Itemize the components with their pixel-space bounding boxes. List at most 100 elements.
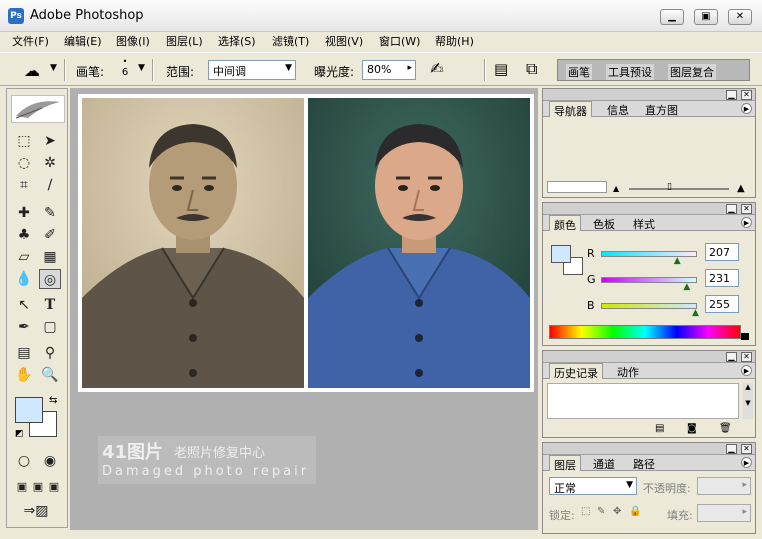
minimize-button[interactable]: ▁: [660, 9, 684, 25]
menu-image[interactable]: 图像(I): [116, 33, 150, 49]
channel-g-thumb[interactable]: ▲: [683, 282, 690, 292]
airbrush-icon[interactable]: ✍: [430, 59, 443, 78]
color-foreground-swatch[interactable]: [551, 245, 571, 263]
range-select[interactable]: 中间调 ▼: [208, 60, 296, 80]
zoom-slider-thumb[interactable]: ▯: [667, 182, 672, 192]
crop-tool-icon[interactable]: ⌗: [13, 175, 35, 195]
well-tab-tool-presets[interactable]: 工具预设: [606, 64, 654, 80]
tab-styles[interactable]: 样式: [629, 215, 659, 231]
image-canvas[interactable]: [78, 94, 534, 392]
channel-g-input[interactable]: 231: [705, 269, 739, 287]
quick-mask-mode-icon[interactable]: ◉: [39, 451, 61, 471]
tab-actions[interactable]: 动作: [613, 363, 643, 379]
lasso-tool-icon[interactable]: ◌: [13, 153, 35, 173]
black-swatch[interactable]: [741, 333, 749, 340]
foreground-color-swatch[interactable]: [15, 397, 43, 423]
menu-select[interactable]: 选择(S): [218, 33, 256, 49]
close-icon[interactable]: ✕: [741, 90, 752, 100]
trash-icon[interactable]: 🗑: [719, 423, 732, 434]
close-icon[interactable]: ✕: [741, 204, 752, 214]
history-brush-tool-icon[interactable]: ✐: [39, 225, 61, 245]
zoom-tool-icon[interactable]: 🔍: [39, 365, 61, 385]
minimize-icon[interactable]: ▁: [726, 204, 737, 214]
history-scrollbar[interactable]: ▲ ▼: [743, 383, 753, 419]
close-button[interactable]: ✕: [728, 9, 752, 25]
menu-edit[interactable]: 编辑(E): [64, 33, 102, 49]
standard-mode-icon[interactable]: ○: [13, 451, 35, 471]
channel-b-thumb[interactable]: ▲: [692, 308, 699, 318]
swap-colors-icon[interactable]: ⇆: [49, 395, 57, 406]
healing-brush-tool-icon[interactable]: ✚: [13, 203, 35, 223]
tab-info[interactable]: 信息: [603, 101, 633, 117]
fill-input[interactable]: ▸: [697, 504, 751, 522]
well-tab-brushes[interactable]: 画笔: [566, 64, 592, 80]
menu-window[interactable]: 窗口(W): [379, 33, 420, 49]
menu-help[interactable]: 帮助(H): [435, 33, 474, 49]
eyedropper-tool-icon[interactable]: ⚲: [39, 343, 61, 363]
lock-all-icon[interactable]: 🔒: [629, 506, 641, 517]
magic-wand-tool-icon[interactable]: ✲: [39, 153, 61, 173]
minimize-icon[interactable]: ▁: [726, 90, 737, 100]
marquee-tool-icon[interactable]: ⬚: [13, 131, 35, 151]
tab-history[interactable]: 历史记录: [549, 363, 603, 380]
new-document-from-state-icon[interactable]: ▤: [655, 423, 664, 434]
exposure-input[interactable]: 80% ▸: [362, 60, 416, 80]
blur-tool-icon[interactable]: 💧: [13, 269, 35, 289]
restore-button[interactable]: ▣: [694, 9, 718, 25]
menu-filter[interactable]: 滤镜(T): [272, 33, 309, 49]
brush-tool-icon[interactable]: ✎: [39, 203, 61, 223]
channel-b-slider[interactable]: [601, 303, 697, 309]
lock-position-icon[interactable]: ✥: [613, 506, 621, 517]
path-selection-tool-icon[interactable]: ↖: [13, 295, 35, 315]
close-icon[interactable]: ✕: [741, 352, 752, 362]
channel-r-slider[interactable]: [601, 251, 697, 257]
color-spectrum-bar[interactable]: [549, 325, 741, 339]
minimize-icon[interactable]: ▁: [726, 444, 737, 454]
channel-r-input[interactable]: 207: [705, 243, 739, 261]
move-tool-icon[interactable]: ➤: [39, 131, 61, 151]
menu-view[interactable]: 视图(V): [325, 33, 363, 49]
sponge-tool-icon[interactable]: ◎: [39, 269, 61, 289]
tab-layers[interactable]: 图层: [549, 455, 581, 472]
gradient-tool-icon[interactable]: ▦: [39, 247, 61, 267]
jump-to-imageready-icon[interactable]: ⇒▨: [11, 501, 61, 521]
tab-navigator[interactable]: 导航器: [549, 101, 592, 118]
tab-histogram[interactable]: 直方图: [641, 101, 682, 117]
hand-tool-icon[interactable]: ✋: [13, 365, 35, 385]
default-colors-icon[interactable]: ◩: [15, 429, 24, 439]
zoom-out-icon[interactable]: ▲: [613, 184, 619, 193]
blend-mode-select[interactable]: 正常 ▼: [549, 477, 637, 495]
palette-menu-icon[interactable]: ▶: [741, 457, 752, 468]
zoom-slider[interactable]: [629, 188, 729, 190]
zoom-field[interactable]: [547, 181, 607, 193]
palette-menu-icon[interactable]: ▶: [741, 365, 752, 376]
screen-mode-full-icon[interactable]: ▣: [43, 477, 65, 497]
snapshot-icon[interactable]: ◙: [687, 423, 697, 434]
minimize-icon[interactable]: ▁: [726, 352, 737, 362]
menu-file[interactable]: 文件(F): [12, 33, 49, 49]
channel-b-input[interactable]: 255: [705, 295, 739, 313]
tool-preset-icon[interactable]: ☁: [24, 61, 40, 80]
file-browser-icon[interactable]: ▤: [494, 60, 508, 78]
shape-tool-icon[interactable]: ▢: [39, 317, 61, 337]
menu-layer[interactable]: 图层(L): [166, 33, 203, 49]
chevron-down-icon[interactable]: ▼: [50, 63, 57, 73]
pen-tool-icon[interactable]: ✒: [13, 317, 35, 337]
feather-logo-icon[interactable]: [11, 95, 65, 123]
palette-menu-icon[interactable]: ▶: [741, 217, 752, 228]
slice-tool-icon[interactable]: ∕: [39, 175, 61, 195]
opacity-input[interactable]: ▸: [697, 477, 751, 495]
close-icon[interactable]: ✕: [741, 444, 752, 454]
eraser-tool-icon[interactable]: ▱: [13, 247, 35, 267]
lock-transparency-icon[interactable]: ⬚: [581, 506, 590, 517]
brush-picker[interactable]: • 6: [114, 57, 136, 83]
palette-toggle-icon[interactable]: ⧉: [526, 59, 537, 79]
tab-paths[interactable]: 路径: [629, 455, 659, 471]
type-tool-icon[interactable]: T: [39, 295, 61, 315]
lock-image-icon[interactable]: ✎: [597, 506, 605, 517]
zoom-in-icon[interactable]: ▲: [737, 183, 745, 194]
channel-r-thumb[interactable]: ▲: [674, 256, 681, 266]
tab-swatches[interactable]: 色板: [589, 215, 619, 231]
clone-stamp-tool-icon[interactable]: ♣: [13, 225, 35, 245]
tab-color[interactable]: 颜色: [549, 215, 581, 232]
